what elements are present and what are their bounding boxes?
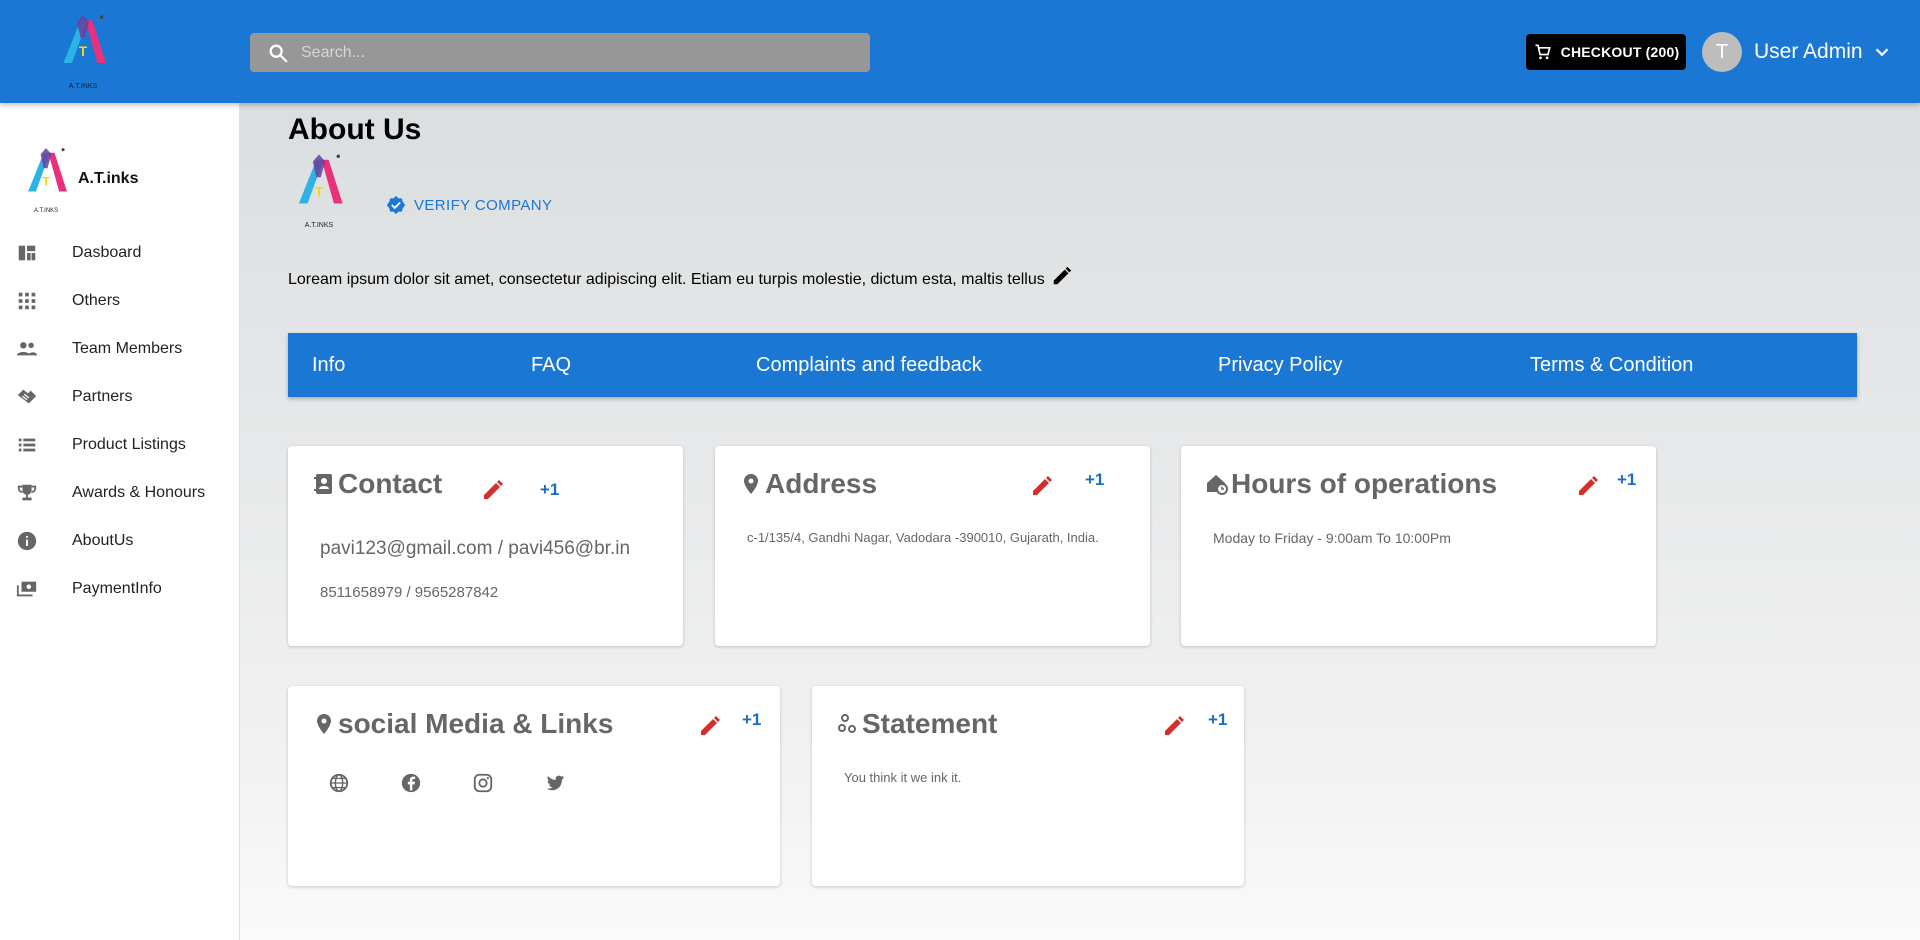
tab-faq[interactable]: FAQ [531, 333, 571, 397]
edit-icon[interactable] [1030, 474, 1054, 498]
avatar[interactable]: T [1702, 32, 1742, 72]
description-text: Loream ipsum dolor sit amet, consectetur… [288, 271, 1045, 288]
instagram-icon[interactable] [472, 772, 494, 794]
address-text: c-1/135/4, Gandhi Nagar, Vadodara -39001… [747, 530, 1099, 545]
sidebar-item-label: Awards & Honours [72, 484, 206, 501]
sidebar-item-team-members[interactable]: Team Members [0, 325, 240, 373]
user-name[interactable]: User Admin [1754, 40, 1863, 64]
sidebar-item-label: AboutUs [72, 532, 134, 549]
tab-info[interactable]: Info [312, 333, 345, 397]
statement-card: Statement +1 You think it we ink it. [812, 686, 1244, 886]
search-bar[interactable] [250, 33, 870, 72]
sidebar-item-label: Team Members [72, 340, 183, 357]
apps-grid-icon [18, 292, 36, 310]
main-content: About Us A.T.INKS VERIFY COMPANY Loream … [240, 103, 1920, 940]
card-title-text: Hours of operations [1231, 468, 1498, 499]
contact-email: pavi123@gmail.com / pavi456@br.in [320, 538, 631, 559]
store-clock-icon [1207, 475, 1228, 495]
tab-terms-condition[interactable]: Terms & Condition [1530, 333, 1693, 397]
sidebar-brand: A.T.INKS A.T.inks [20, 145, 139, 214]
page-title: About Us [288, 113, 422, 146]
dashboard-icon [18, 245, 36, 261]
contact-book-icon [314, 474, 332, 494]
payment-icon [16, 581, 37, 597]
social-links-card: social Media & Links +1 [288, 686, 780, 886]
info-icon [17, 531, 37, 551]
facebook-icon[interactable] [400, 772, 422, 794]
statement-text: You think it we ink it. [844, 770, 962, 785]
card-title-text: Address [765, 468, 878, 499]
brand-logo[interactable]: A.T.INKS [50, 12, 116, 92]
card-title: social Media & Links [312, 708, 613, 740]
statement-icon [838, 714, 856, 733]
handshake-icon [17, 389, 37, 404]
top-app-bar: A.T.INKS CHECKOUT (200) T User Admin [0, 0, 1920, 103]
sidebar-item-awards[interactable]: Awards & Honours [0, 469, 240, 517]
address-card: Address +1 c-1/135/4, Gandhi Nagar, Vado… [715, 446, 1150, 646]
brand-logo-text: A.T.INKS [68, 83, 98, 90]
search-input[interactable] [301, 43, 841, 62]
card-title-text: social Media & Links [338, 708, 614, 739]
sidebar-item-partners[interactable]: Partners [0, 373, 240, 421]
tab-privacy-policy[interactable]: Privacy Policy [1218, 333, 1342, 397]
twitter-icon[interactable] [544, 772, 566, 794]
edit-icon[interactable] [1162, 714, 1186, 738]
location-pin-icon [744, 474, 758, 494]
people-icon [16, 342, 38, 356]
checkout-label: CHECKOUT (200) [1560, 44, 1680, 60]
company-logo-text: A.T.INKS [304, 222, 334, 229]
sidebar-logo: A.T.INKS [20, 145, 72, 214]
company-description: Loream ipsum dolor sit amet, consectetur… [288, 266, 1073, 289]
tab-complaints-feedback[interactable]: Complaints and feedback [756, 333, 982, 397]
card-title-text: Contact [338, 468, 443, 499]
about-tabs: Info FAQ Complaints and feedback Privacy… [288, 333, 1857, 397]
sidebar-item-label: Dasboard [72, 244, 142, 261]
add-statement-button[interactable]: +1 [1208, 710, 1227, 730]
list-icon [18, 438, 36, 452]
sidebar-item-aboutus[interactable]: AboutUs [0, 517, 240, 565]
add-address-button[interactable]: +1 [1085, 470, 1104, 490]
location-pin-icon [317, 714, 331, 734]
add-contact-button[interactable]: +1 [540, 480, 559, 500]
verify-company-button[interactable]: VERIFY COMPANY [386, 195, 552, 215]
sidebar-item-label: Product Listings [72, 436, 186, 453]
hours-card: Hours of operations +1 Moday to Friday -… [1181, 446, 1656, 646]
sidebar-item-product-listings[interactable]: Product Listings [0, 421, 240, 469]
verify-company-label: VERIFY COMPANY [414, 196, 553, 214]
card-title: Hours of operations [1205, 468, 1497, 500]
contact-card: Contact +1 pavi123@gmail.com / pavi456@b… [288, 446, 683, 646]
hours-text: Moday to Friday - 9:00am To 10:00Pm [1213, 530, 1451, 546]
add-social-button[interactable]: +1 [742, 710, 761, 730]
shopping-cart-icon [1535, 44, 1551, 60]
sidebar-item-others[interactable]: Others [0, 277, 240, 325]
trophy-icon [17, 484, 37, 501]
card-title: Contact [312, 468, 442, 500]
verified-badge-icon [386, 195, 406, 215]
edit-icon[interactable] [1576, 474, 1600, 498]
edit-icon[interactable] [481, 478, 505, 502]
chevron-down-icon[interactable] [1871, 41, 1893, 63]
search-icon [269, 44, 288, 62]
sidebar-item-label: Partners [72, 388, 133, 405]
sidebar-item-label: PaymentInfo [72, 580, 162, 597]
user-menu[interactable]: T User Admin [1702, 32, 1893, 72]
company-logo: A.T.INKS [290, 151, 348, 231]
card-title: Statement [836, 708, 997, 740]
sidebar-nav: Dasboard Others Team Members Partners Pr… [0, 229, 240, 613]
card-title: Address [739, 468, 877, 500]
sidebar-item-label: Others [72, 292, 121, 309]
sidebar-brand-name: A.T.inks [78, 170, 139, 187]
edit-icon[interactable] [698, 714, 722, 738]
sidebar: A.T.INKS A.T.inks Dasboard Others Team M… [0, 103, 240, 940]
website-icon[interactable] [328, 772, 350, 794]
edit-pencil-icon[interactable] [1051, 265, 1073, 287]
sidebar-item-dashboard[interactable]: Dasboard [0, 229, 240, 277]
sidebar-logo-text: A.T.INKS [33, 208, 59, 214]
contact-phone: 8511658979 / 9565287842 [320, 584, 499, 601]
add-hours-button[interactable]: +1 [1617, 470, 1636, 490]
checkout-button[interactable]: CHECKOUT (200) [1526, 34, 1686, 70]
card-title-text: Statement [862, 708, 998, 739]
sidebar-item-paymentinfo[interactable]: PaymentInfo [0, 565, 240, 613]
social-links [328, 772, 616, 794]
